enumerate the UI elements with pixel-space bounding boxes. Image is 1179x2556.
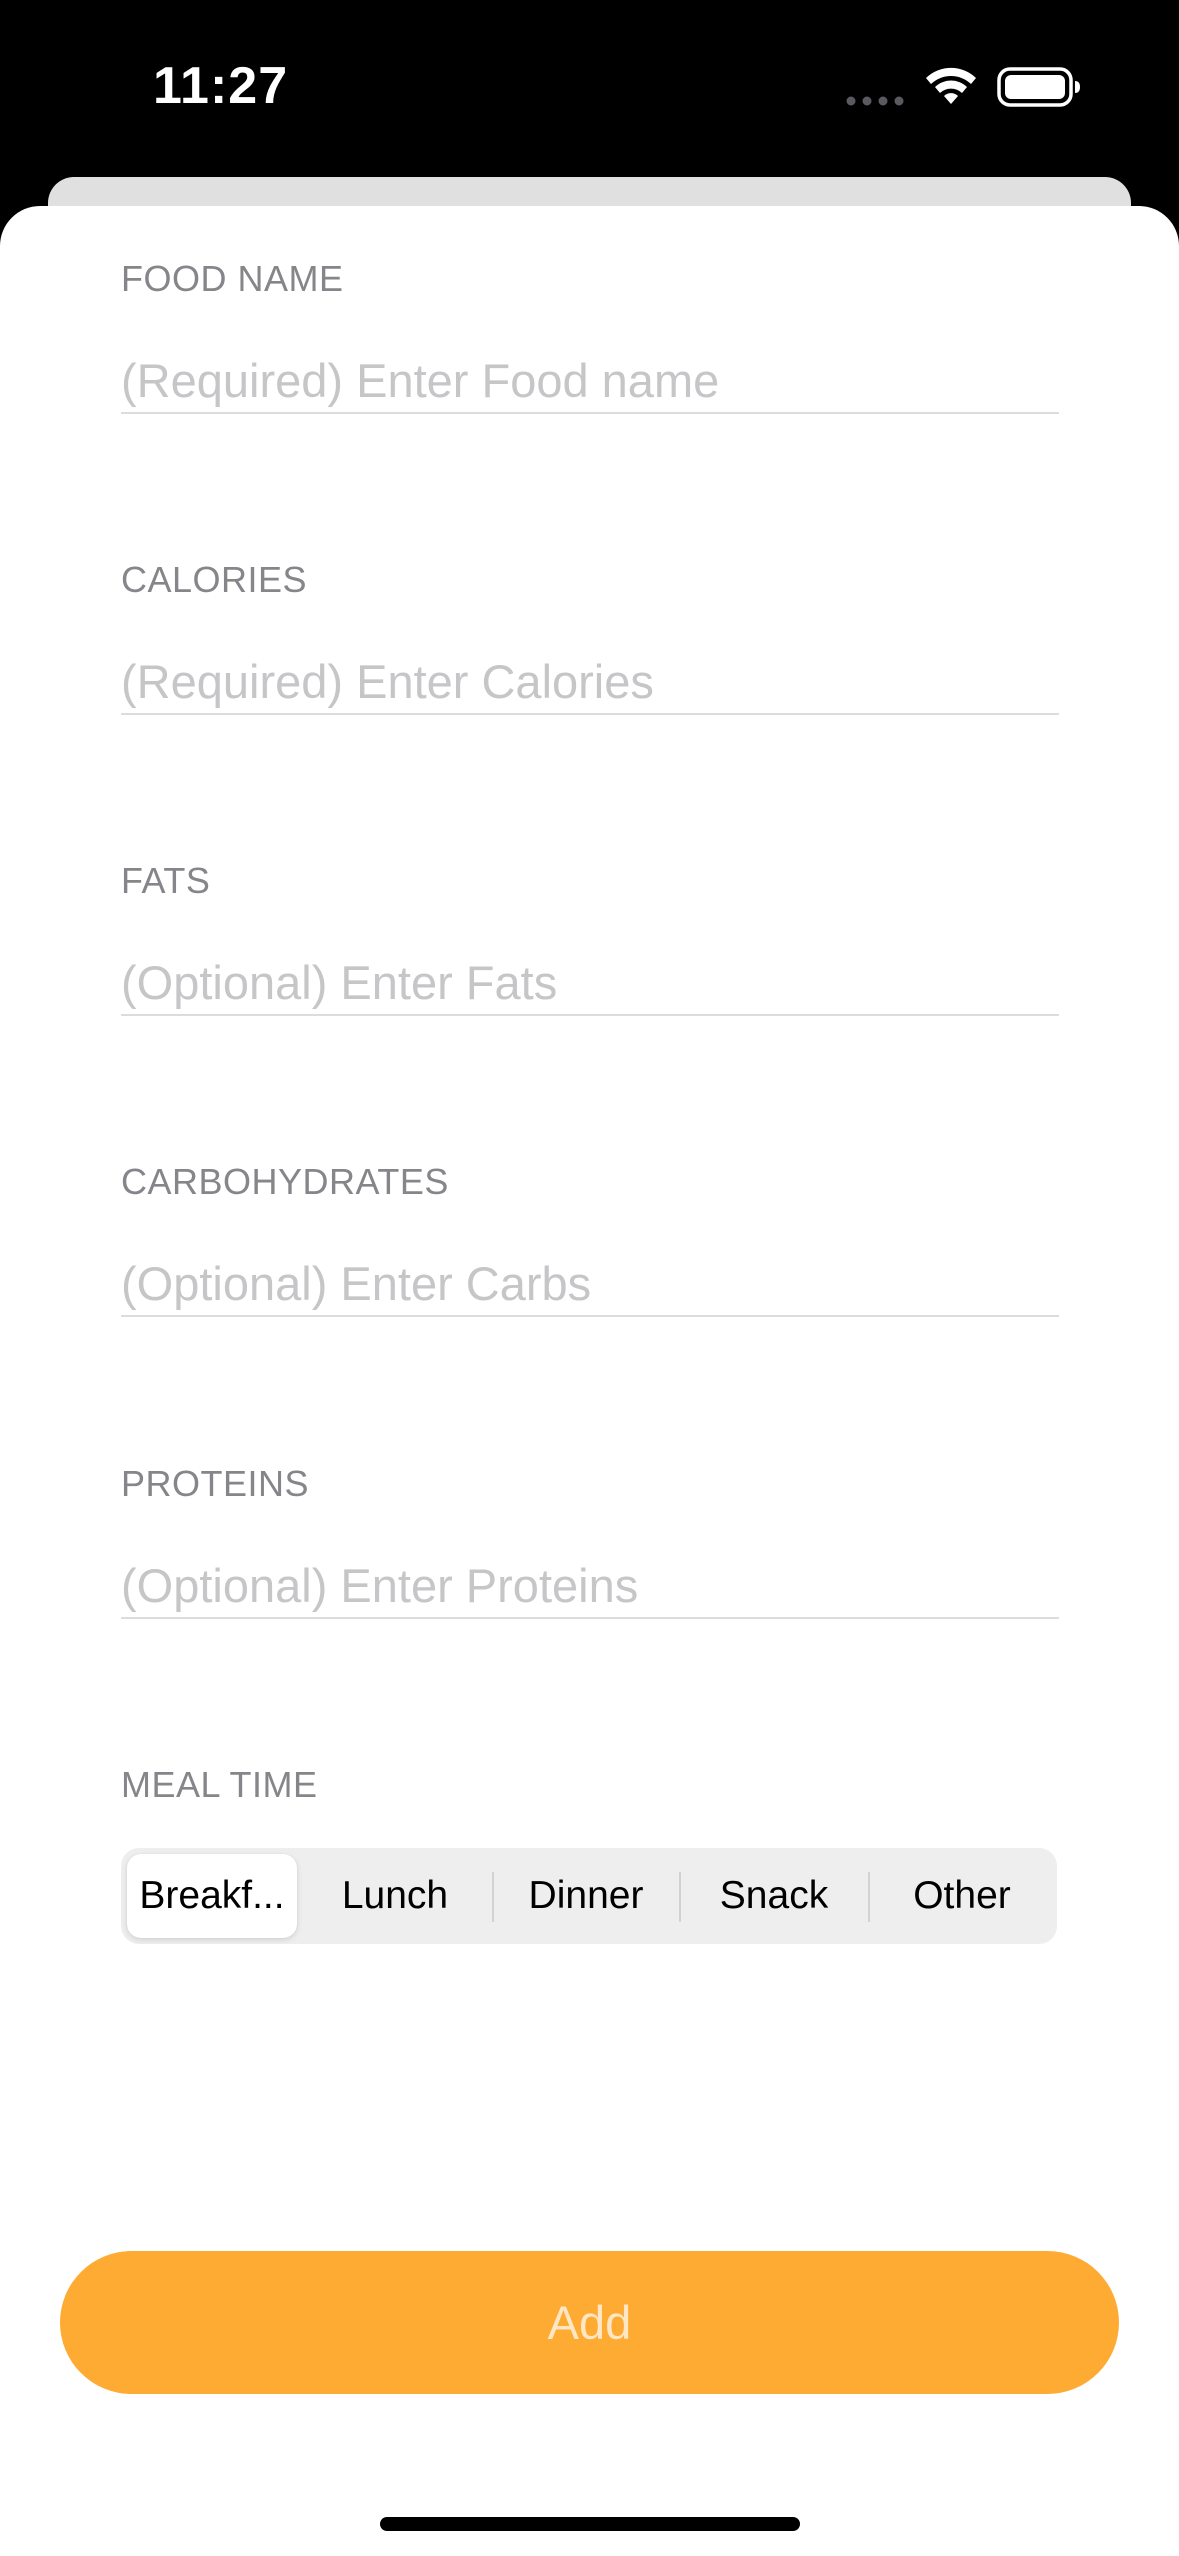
segment-dinner[interactable]: Dinner	[495, 1854, 677, 1938]
add-button[interactable]: Add	[60, 2251, 1119, 2394]
home-indicator[interactable]	[380, 2517, 800, 2531]
food-name-label: FOOD NAME	[121, 258, 344, 299]
segment-breakfast[interactable]: Breakf...	[127, 1854, 297, 1938]
status-bar: 11:27	[0, 0, 1179, 175]
segment-other[interactable]: Other	[871, 1854, 1053, 1938]
segment-lunch[interactable]: Lunch	[304, 1854, 486, 1938]
battery-icon	[997, 67, 1080, 107]
fats-input[interactable]	[121, 950, 1059, 1016]
proteins-input[interactable]	[121, 1553, 1059, 1619]
segment-divider	[492, 1872, 494, 1922]
wifi-icon	[926, 67, 976, 104]
segment-divider	[679, 1872, 681, 1922]
segment-snack[interactable]: Snack	[683, 1854, 865, 1938]
fats-label: FATS	[121, 860, 211, 901]
screen: 11:27 FOOD NAME CALORIES FATS	[0, 0, 1179, 2556]
calories-input[interactable]	[121, 649, 1059, 715]
calories-label: CALORIES	[121, 559, 308, 600]
carbohydrates-input[interactable]	[121, 1251, 1059, 1317]
meal-time-segmented-control: Breakf... Lunch Dinner Snack Other	[121, 1848, 1057, 1944]
proteins-label: PROTEINS	[121, 1463, 310, 1504]
segment-divider	[868, 1872, 870, 1922]
carbohydrates-label: CARBOHYDRATES	[121, 1161, 449, 1202]
food-name-input[interactable]	[121, 348, 1059, 414]
cellular-dots-icon	[846, 96, 904, 106]
status-time: 11:27	[153, 57, 289, 115]
meal-time-label: MEAL TIME	[121, 1764, 318, 1805]
